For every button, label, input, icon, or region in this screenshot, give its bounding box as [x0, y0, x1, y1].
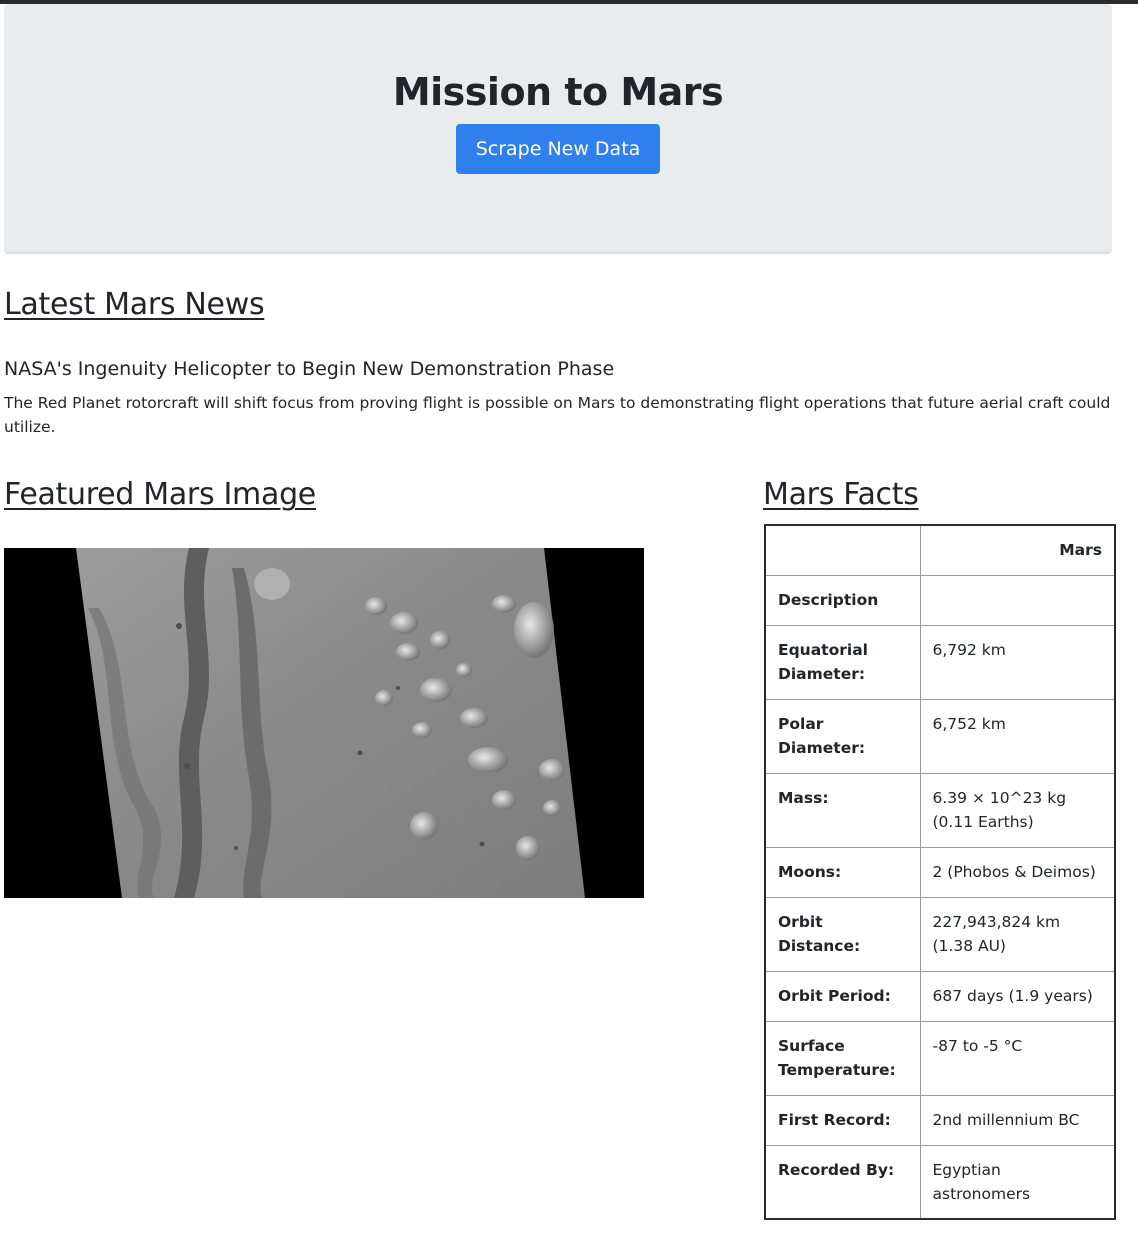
- fact-label: Surface Temperature:: [764, 1020, 921, 1096]
- table-row: Mass: 6.39 × 10^23 kg (0.11 Earths): [764, 772, 1116, 848]
- table-header-row: Mars: [764, 524, 1116, 576]
- fact-value: 227,943,824 km (1.38 AU): [919, 896, 1116, 972]
- fact-label: Mass:: [764, 772, 921, 848]
- table-corner-cell: [764, 524, 921, 576]
- fact-value: 2 (Phobos & Deimos): [919, 846, 1116, 898]
- fact-value: 6,792 km: [919, 624, 1116, 700]
- table-row: Orbit Distance: 227,943,824 km (1.38 AU): [764, 896, 1116, 972]
- news-paragraph: The Red Planet rotorcraft will shift foc…: [4, 394, 1111, 436]
- featured-mars-image: [4, 548, 644, 898]
- fact-label: Recorded By:: [764, 1144, 921, 1220]
- table-row: Recorded By: Egyptian astronomers: [764, 1144, 1116, 1220]
- fact-value: 2nd millennium BC: [919, 1094, 1116, 1146]
- latest-news-heading: Latest Mars News: [4, 287, 265, 322]
- table-row: Moons: 2 (Phobos & Deimos): [764, 846, 1116, 898]
- table-row: Orbit Period: 687 days (1.9 years): [764, 970, 1116, 1022]
- fact-label: Moons:: [764, 846, 921, 898]
- mars-facts-heading: Mars Facts: [763, 477, 919, 512]
- table-row: Description: [764, 574, 1116, 626]
- fact-value: -87 to -5 °C: [919, 1020, 1116, 1096]
- fact-value: [919, 574, 1116, 626]
- fact-value: 6,752 km: [919, 698, 1116, 774]
- column-header-mars: Mars: [919, 524, 1116, 576]
- fact-label: Orbit Distance:: [764, 896, 921, 972]
- featured-image-heading: Featured Mars Image: [4, 477, 316, 512]
- fact-label: First Record:: [764, 1094, 921, 1146]
- fact-label: Polar Diameter:: [764, 698, 921, 774]
- table-row: First Record: 2nd millennium BC: [764, 1094, 1116, 1146]
- fact-label: Orbit Period:: [764, 970, 921, 1022]
- table-row: Surface Temperature: -87 to -5 °C: [764, 1020, 1116, 1096]
- mars-facts-table: Mars Description Equatorial Diameter: 6,…: [764, 524, 1116, 1220]
- header-jumbotron: Mission to Mars Scrape New Data: [4, 4, 1112, 254]
- fact-value: 687 days (1.9 years): [919, 970, 1116, 1022]
- table-row: Equatorial Diameter: 6,792 km: [764, 624, 1116, 700]
- page-title: Mission to Mars: [392, 70, 724, 114]
- news-headline: NASA's Ingenuity Helicopter to Begin New…: [4, 358, 615, 380]
- scrape-new-data-button[interactable]: Scrape New Data: [456, 124, 660, 174]
- table-row: Polar Diameter: 6,752 km: [764, 698, 1116, 774]
- fact-label: Description: [764, 574, 921, 626]
- fact-label: Equatorial Diameter:: [764, 624, 921, 700]
- fact-value: 6.39 × 10^23 kg (0.11 Earths): [919, 772, 1116, 848]
- fact-value: Egyptian astronomers: [919, 1144, 1116, 1220]
